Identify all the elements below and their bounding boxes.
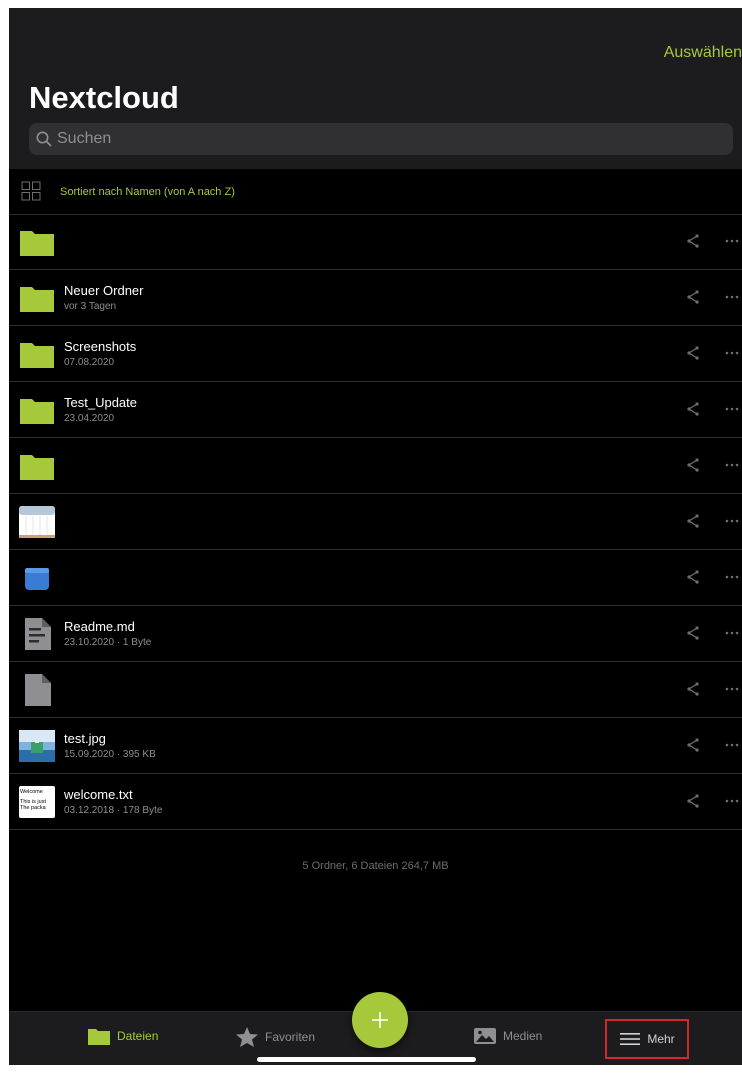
folder-icon	[20, 287, 54, 312]
more-icon[interactable]	[725, 687, 741, 691]
search-icon	[36, 131, 52, 147]
file-name: Readme.md	[64, 619, 135, 634]
tab-label: Dateien	[117, 1029, 159, 1043]
file-row[interactable]: Test_Update 23.04.2020	[9, 382, 742, 438]
share-icon[interactable]	[685, 625, 701, 641]
tab-favoriten[interactable]: Favoriten	[235, 1026, 315, 1048]
header: Auswählen Nextcloud Suchen	[9, 8, 742, 169]
file-row[interactable]	[9, 438, 742, 494]
file-row[interactable]: Welcome This is just The packa welcome.t…	[9, 774, 742, 830]
file-name: Test_Update	[64, 395, 137, 410]
file-list: Neuer Ordner vor 3 Tagen Screenshots 07.…	[9, 214, 742, 830]
page-title: Nextcloud	[29, 80, 179, 115]
more-icon[interactable]	[725, 519, 741, 523]
image-thumbnail-icon	[19, 730, 55, 762]
folder-icon	[20, 455, 54, 480]
app-screen: Auswählen Nextcloud Suchen Sortiert nach…	[9, 8, 742, 1065]
more-icon[interactable]	[725, 407, 741, 411]
thumb-line: The packa	[20, 805, 47, 811]
file-icon	[25, 674, 51, 706]
share-icon[interactable]	[685, 233, 701, 249]
menu-icon	[620, 1033, 641, 1045]
more-icon[interactable]	[725, 463, 741, 467]
share-icon[interactable]	[685, 793, 701, 809]
file-name: welcome.txt	[64, 787, 133, 802]
folder-icon	[88, 1029, 110, 1045]
tab-dateien[interactable]: Dateien	[87, 1026, 158, 1046]
plus-icon	[372, 1012, 388, 1028]
file-name: Screenshots	[64, 339, 137, 354]
photo-icon	[474, 1028, 496, 1044]
share-icon[interactable]	[685, 569, 701, 585]
tab-mehr[interactable]: Mehr	[605, 1019, 689, 1059]
file-row[interactable]	[9, 662, 742, 718]
tab-label: Medien	[503, 1029, 543, 1043]
image-thumbnail-icon	[19, 506, 55, 538]
file-row[interactable]: test.jpg 15.09.2020 · 395 KB	[9, 718, 742, 774]
more-icon[interactable]	[725, 799, 741, 803]
more-icon[interactable]	[725, 239, 741, 243]
more-icon[interactable]	[725, 575, 741, 579]
share-icon[interactable]	[685, 737, 701, 753]
file-name: Neuer Ordner	[64, 283, 144, 298]
folder-summary: 5 Ordner, 6 Dateien 264,7 MB	[302, 860, 449, 872]
tab-medien[interactable]: Medien	[473, 1026, 542, 1046]
sort-bar: Sortiert nach Namen (von A nach Z)	[9, 169, 742, 215]
document-icon	[25, 618, 51, 650]
file-info: 03.12.2018 · 178 Byte	[64, 805, 163, 816]
file-row[interactable]: Readme.md 23.10.2020 · 1 Byte	[9, 606, 742, 662]
file-info: vor 3 Tagen	[64, 301, 117, 312]
share-icon[interactable]	[685, 401, 701, 417]
file-row[interactable]	[9, 494, 742, 550]
file-name: test.jpg	[64, 731, 106, 746]
search-input[interactable]: Suchen	[29, 123, 733, 155]
home-indicator	[257, 1057, 476, 1062]
folder-icon	[20, 343, 54, 368]
file-info: 07.08.2020	[64, 357, 115, 368]
share-icon[interactable]	[685, 345, 701, 361]
file-info: 23.04.2020	[64, 413, 115, 424]
thumb-line: Welcome	[20, 789, 43, 795]
add-button[interactable]	[352, 992, 408, 1048]
sort-order-button[interactable]: Sortiert nach Namen (von A nach Z)	[60, 186, 235, 198]
search-placeholder: Suchen	[57, 130, 112, 147]
folder-icon	[20, 231, 54, 256]
file-row[interactable]	[9, 214, 742, 270]
file-info: 23.10.2020 · 1 Byte	[64, 637, 152, 648]
file-row[interactable]	[9, 550, 742, 606]
more-icon[interactable]	[725, 351, 741, 355]
more-icon[interactable]	[725, 631, 741, 635]
share-icon[interactable]	[685, 289, 701, 305]
select-button[interactable]: Auswählen	[664, 44, 742, 62]
grid-view-icon[interactable]	[21, 181, 41, 201]
more-icon[interactable]	[725, 743, 741, 747]
text-thumbnail-icon: Welcome This is just The packa	[19, 786, 55, 818]
more-icon[interactable]	[725, 295, 741, 299]
share-icon[interactable]	[685, 681, 701, 697]
share-icon[interactable]	[685, 457, 701, 473]
tab-label: Favoriten	[265, 1030, 316, 1044]
folder-icon	[20, 399, 54, 424]
file-row[interactable]: Screenshots 07.08.2020	[9, 326, 742, 382]
tab-label: Mehr	[647, 1032, 675, 1046]
file-row[interactable]: Neuer Ordner vor 3 Tagen	[9, 270, 742, 326]
share-icon[interactable]	[685, 513, 701, 529]
blue-file-icon	[25, 568, 49, 590]
file-info: 15.09.2020 · 395 KB	[64, 749, 156, 760]
star-icon	[236, 1027, 258, 1047]
